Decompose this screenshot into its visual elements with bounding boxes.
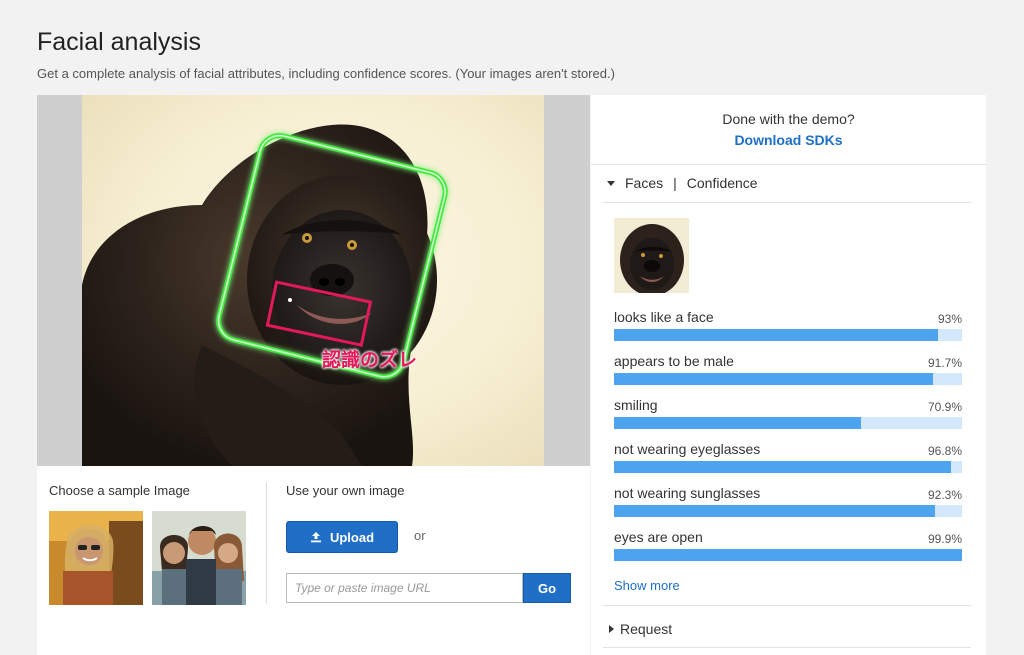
- image-stage: 認識のズレ: [37, 95, 590, 466]
- confidence-bar-fill: [614, 373, 934, 385]
- confidence-bar-track: [614, 329, 962, 341]
- attribute-label: looks like a face: [614, 309, 714, 325]
- sample-image-1[interactable]: [49, 511, 143, 605]
- own-image-label: Use your own image: [286, 483, 405, 498]
- go-button[interactable]: Go: [523, 573, 571, 603]
- attribute-row: not wearing sunglasses 92.3%: [614, 485, 962, 521]
- attribute-label: eyes are open: [614, 529, 703, 545]
- attribute-confidence: 99.9%: [927, 532, 962, 546]
- upload-button[interactable]: Upload: [286, 521, 398, 553]
- section-divider: [603, 647, 971, 648]
- caret-right-icon: [609, 625, 614, 633]
- controls-divider: [266, 482, 267, 604]
- confidence-bar-track: [614, 505, 962, 517]
- confidence-bar-fill: [614, 505, 936, 517]
- upload-icon: [310, 532, 321, 543]
- sample-label: Choose a sample Image: [49, 483, 190, 498]
- attribute-confidence: 70.9%: [927, 400, 962, 414]
- section-divider: [603, 605, 971, 606]
- annotation-label: 認識のズレ: [322, 349, 418, 371]
- confidence-bar-fill: [614, 417, 861, 429]
- demo-box: Done with the demo? Download SDKs: [591, 95, 986, 165]
- attribute-row: eyes are open 99.9%: [614, 529, 962, 565]
- attribute-row: appears to be male 91.7%: [614, 353, 962, 389]
- attribute-confidence: 92.3%: [927, 488, 962, 502]
- confidence-bar-track: [614, 417, 962, 429]
- attribute-label: not wearing eyeglasses: [614, 441, 761, 457]
- confidence-bar-track: [614, 461, 962, 473]
- image-controls: Choose a sample Image Use your own image…: [37, 466, 590, 655]
- attribute-confidence: 96.8%: [927, 444, 962, 458]
- or-text: or: [414, 528, 426, 543]
- analyzed-photo: 認識のズレ: [82, 95, 544, 466]
- confidence-bar-fill: [614, 329, 938, 341]
- request-section-toggle[interactable]: Request: [609, 621, 672, 637]
- show-more-link[interactable]: Show more: [614, 578, 680, 593]
- confidence-bar-track: [614, 373, 962, 385]
- attribute-row: not wearing eyeglasses 96.8%: [614, 441, 962, 477]
- attribute-confidence: 91.7%: [927, 356, 962, 370]
- detected-face-thumbnail[interactable]: [614, 218, 689, 293]
- download-sdks-link[interactable]: Download SDKs: [591, 132, 986, 148]
- confidence-bar-fill: [614, 549, 962, 561]
- attribute-label: appears to be male: [614, 353, 734, 369]
- confidence-title: Confidence: [686, 175, 758, 191]
- confidence-bar-fill: [614, 461, 951, 473]
- section-divider: [603, 202, 971, 203]
- caret-down-icon: [607, 180, 615, 186]
- results-panel: Done with the demo? Download SDKs Faces …: [591, 95, 986, 655]
- upload-label: Upload: [329, 529, 375, 545]
- page-title: Facial analysis: [37, 28, 201, 56]
- faces-separator: |: [673, 175, 677, 191]
- faces-title: Faces: [625, 175, 664, 191]
- attribute-confidence: 93%: [937, 312, 962, 326]
- page-subtitle: Get a complete analysis of facial attrib…: [37, 66, 615, 81]
- attribute-row: smiling 70.9%: [614, 397, 962, 433]
- attribute-label: not wearing sunglasses: [614, 485, 761, 501]
- image-panel: 認識のズレ Choose a sample Image Use your own…: [37, 95, 590, 655]
- sample-image-2[interactable]: [152, 511, 246, 605]
- attribute-row: looks like a face 93%: [614, 309, 962, 345]
- confidence-bar-track: [614, 549, 962, 561]
- demo-question: Done with the demo?: [722, 111, 855, 127]
- faces-section-toggle[interactable]: Faces | Confidence: [607, 175, 758, 191]
- attribute-label: smiling: [614, 397, 658, 413]
- request-title: Request: [620, 621, 673, 637]
- image-url-input[interactable]: [286, 573, 523, 603]
